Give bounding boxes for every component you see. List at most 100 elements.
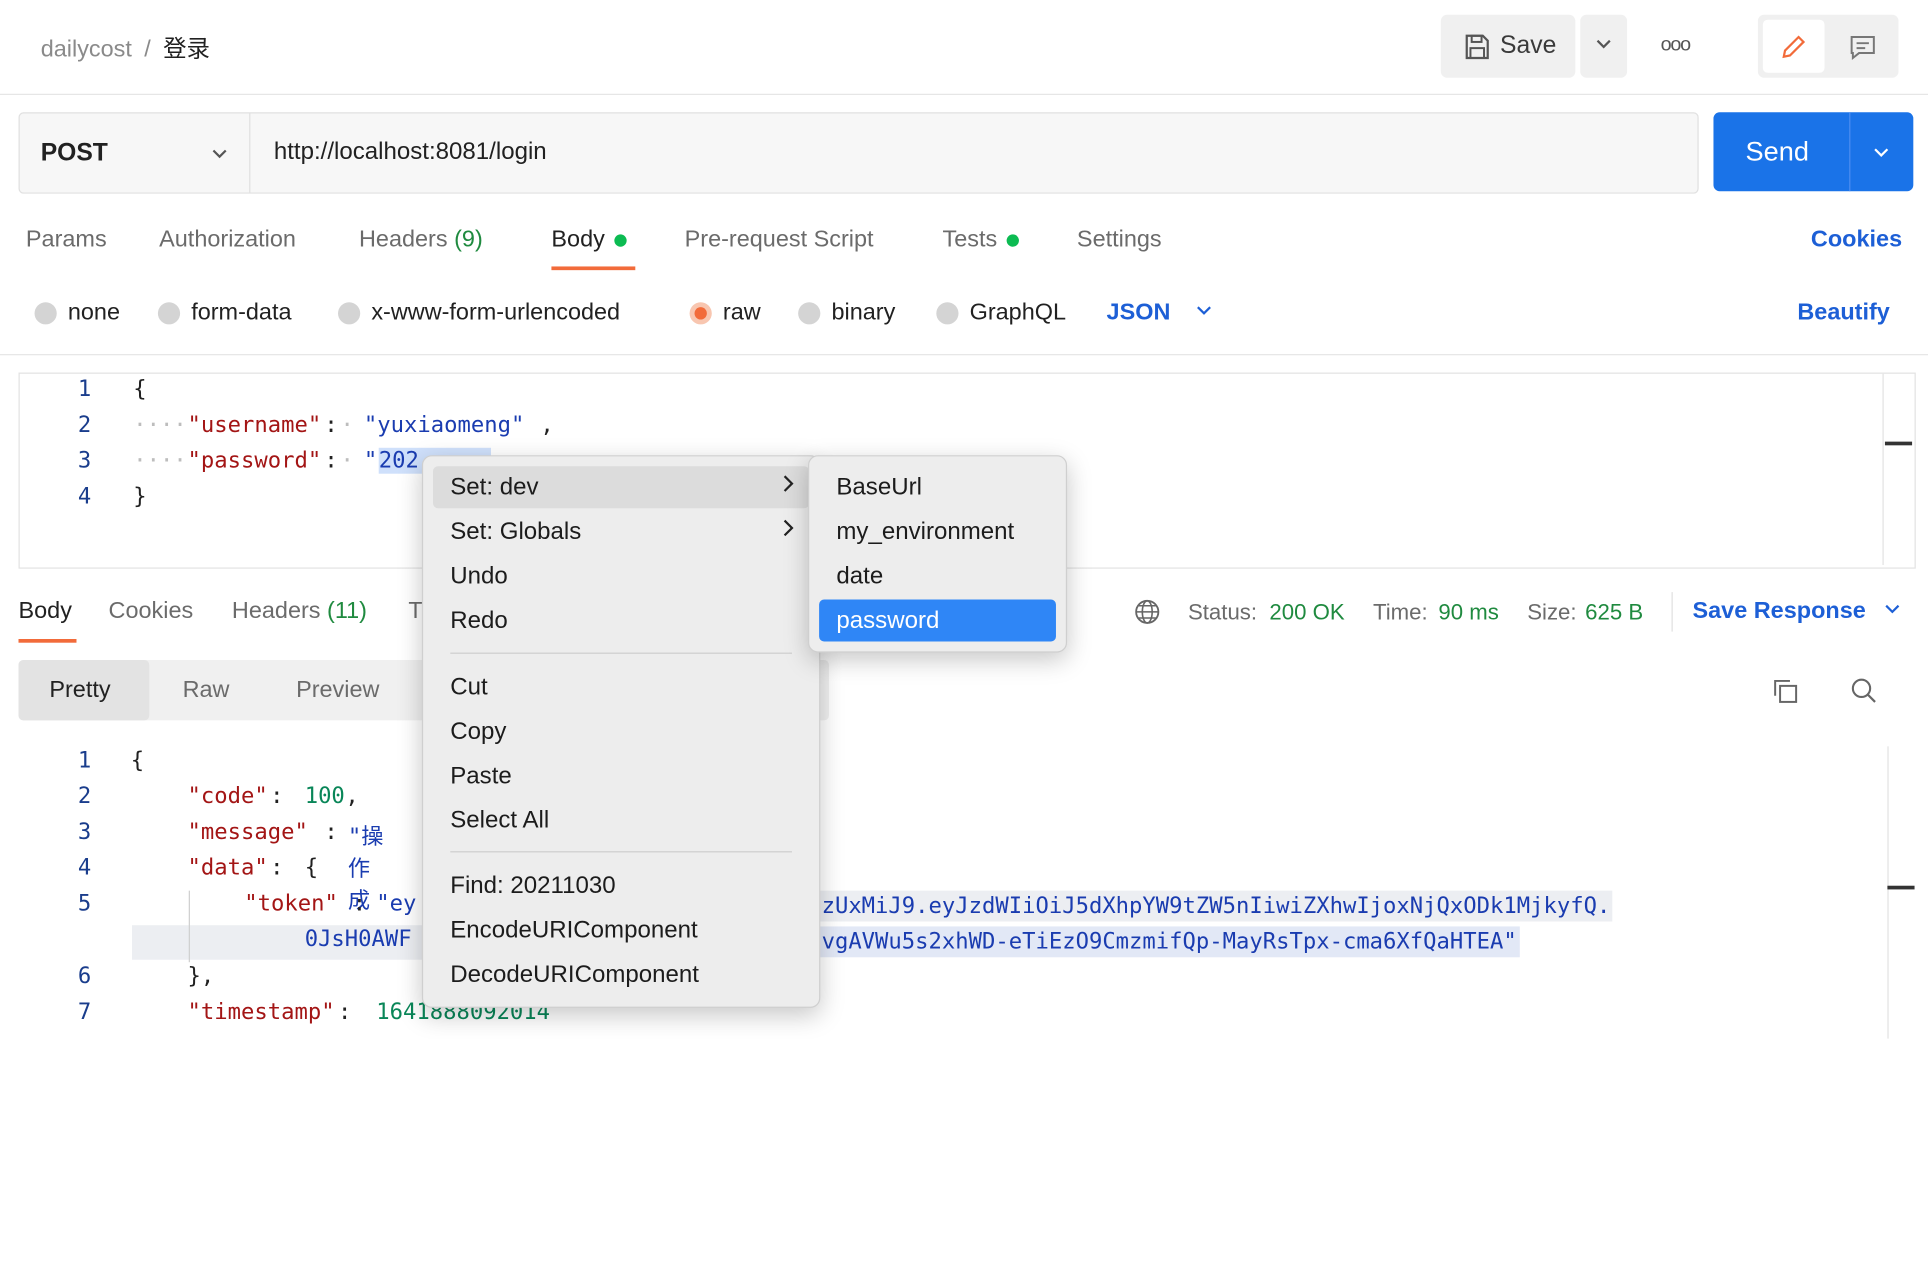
code-token: "timestamp": [187, 999, 335, 1026]
indent-guide: [188, 890, 190, 963]
pencil-icon[interactable]: [1762, 19, 1825, 73]
beautify-link[interactable]: Beautify: [1797, 300, 1889, 327]
token-line1-tail: zUxMiJ9.eyJzdWIiOiJ5dXhpYW9tZW5nIiwiZXhw…: [819, 890, 1613, 922]
response-scroll-marker: [1887, 885, 1915, 890]
tab-body[interactable]: Body: [551, 227, 628, 254]
menu-separator: [450, 851, 792, 853]
save-response-button[interactable]: Save Response: [1692, 598, 1901, 625]
menu-item-decode-uri[interactable]: DecodeURIComponent: [433, 954, 809, 996]
code-token: "data": [187, 854, 268, 881]
menu-item-set-globals[interactable]: Set: Globals: [433, 511, 809, 553]
code-token: {: [130, 747, 145, 774]
context-submenu: BaseUrl my_environment date password: [808, 455, 1068, 653]
send-button[interactable]: Send: [1713, 112, 1914, 192]
menu-item-label: Copy: [450, 717, 507, 746]
url-input[interactable]: http://localhost:8081/login: [274, 138, 547, 166]
save-options-button[interactable]: [1580, 14, 1628, 78]
code-token: {: [304, 854, 319, 881]
body-format-select[interactable]: JSON: [1107, 300, 1214, 327]
code-token: {: [133, 376, 147, 403]
tab-pre-request-script[interactable]: Pre-request Script: [685, 227, 874, 254]
code-token: "yuxiaomeng": [363, 412, 525, 438]
tab-tests-label: Tests: [942, 226, 998, 253]
chevron-down-icon[interactable]: [1871, 142, 1891, 168]
tab-headers[interactable]: Headers (9): [359, 227, 483, 254]
line-number: 3: [77, 819, 92, 846]
cookies-link[interactable]: Cookies: [1811, 227, 1902, 254]
menu-item-encode-uri[interactable]: EncodeURIComponent: [433, 909, 809, 951]
chevron-right-icon: [780, 517, 797, 545]
radio-urlencoded-label[interactable]: x-www-form-urlencoded: [371, 300, 620, 327]
menu-item-label: Paste: [450, 762, 512, 790]
search-icon[interactable]: [1848, 675, 1880, 707]
copy-icon[interactable]: [1769, 675, 1801, 707]
menu-item-label: EncodeURIComponent: [450, 916, 698, 944]
status-label: Status:: [1187, 599, 1258, 625]
body-indicator-dot: [614, 234, 628, 247]
section-divider: [0, 354, 1928, 356]
view-mode-pretty[interactable]: Pretty: [18, 659, 150, 721]
submenu-item-label: password: [836, 606, 940, 635]
headers-count: (9): [454, 226, 483, 253]
tab-params[interactable]: Params: [26, 227, 107, 254]
submenu-item-my-environment[interactable]: my_environment: [819, 511, 1056, 553]
menu-item-paste[interactable]: Paste: [433, 755, 809, 797]
globe-icon[interactable]: [1132, 597, 1162, 627]
menu-item-select-all[interactable]: Select All: [433, 799, 809, 841]
line-number: 1: [77, 747, 92, 774]
breadcrumb-request[interactable]: 登录: [163, 37, 210, 63]
response-tab-headers[interactable]: Headers (11): [232, 598, 367, 625]
menu-item-redo[interactable]: Redo: [433, 600, 809, 642]
view-mode-raw[interactable]: Raw: [183, 677, 230, 704]
line-number: 1: [77, 376, 92, 403]
response-tab-body[interactable]: Body: [19, 598, 72, 625]
code-token: }: [133, 483, 147, 510]
submenu-item-date[interactable]: date: [819, 555, 1056, 597]
radio-none[interactable]: [34, 302, 57, 325]
menu-item-set-dev[interactable]: Set: dev: [432, 466, 810, 509]
tab-tests[interactable]: Tests: [942, 226, 1020, 254]
tab-settings[interactable]: Settings: [1077, 227, 1162, 254]
size-label: Size:: [1527, 599, 1577, 625]
code-token: :: [270, 854, 284, 881]
editor-minimap-divider: [1882, 373, 1884, 565]
breadcrumb-workspace[interactable]: dailycost: [41, 37, 132, 63]
comment-icon[interactable]: [1832, 20, 1894, 73]
radio-binary[interactable]: [798, 302, 821, 325]
menu-item-undo[interactable]: Undo: [433, 555, 809, 597]
code-token: :: [270, 783, 284, 810]
save-button[interactable]: Save: [1440, 14, 1576, 78]
method-select[interactable]: POST: [20, 113, 251, 193]
menu-item-find[interactable]: Find: 20211030: [433, 865, 809, 907]
radio-none-label[interactable]: none: [68, 300, 120, 327]
tab-authorization[interactable]: Authorization: [159, 227, 296, 254]
radio-graphql-label[interactable]: GraphQL: [970, 300, 1066, 327]
submenu-item-password[interactable]: password: [819, 599, 1056, 642]
radio-form-data[interactable]: [157, 302, 181, 325]
menu-item-cut[interactable]: Cut: [433, 666, 809, 708]
radio-form-data-label[interactable]: form-data: [191, 300, 291, 327]
more-options-button[interactable]: ooo: [1651, 27, 1700, 64]
code-token: "message": [187, 819, 308, 846]
url-bar: POST http://localhost:8081/login: [18, 112, 1699, 194]
submenu-item-baseurl[interactable]: BaseUrl: [819, 466, 1056, 508]
view-mode-preview[interactable]: Preview: [296, 677, 379, 704]
response-tab-cookies[interactable]: Cookies: [109, 598, 194, 625]
code-token: "username": [187, 412, 322, 438]
radio-raw-label[interactable]: raw: [723, 300, 761, 327]
line-number: 7: [77, 999, 92, 1026]
radio-binary-label[interactable]: binary: [831, 300, 895, 327]
line-number: 6: [77, 963, 92, 990]
menu-item-label: Select All: [450, 806, 550, 834]
code-token: },: [187, 963, 215, 990]
response-tab-tests[interactable]: T: [408, 598, 422, 625]
radio-graphql[interactable]: [936, 302, 959, 325]
radio-urlencoded[interactable]: [338, 302, 361, 325]
code-token: :: [324, 412, 338, 438]
send-label: Send: [1745, 135, 1809, 167]
response-tab-body-underline: [18, 639, 77, 643]
code-token: :: [324, 819, 338, 846]
time-value: 90 ms: [1438, 599, 1499, 625]
menu-item-copy[interactable]: Copy: [433, 711, 809, 753]
radio-raw[interactable]: [689, 302, 712, 325]
